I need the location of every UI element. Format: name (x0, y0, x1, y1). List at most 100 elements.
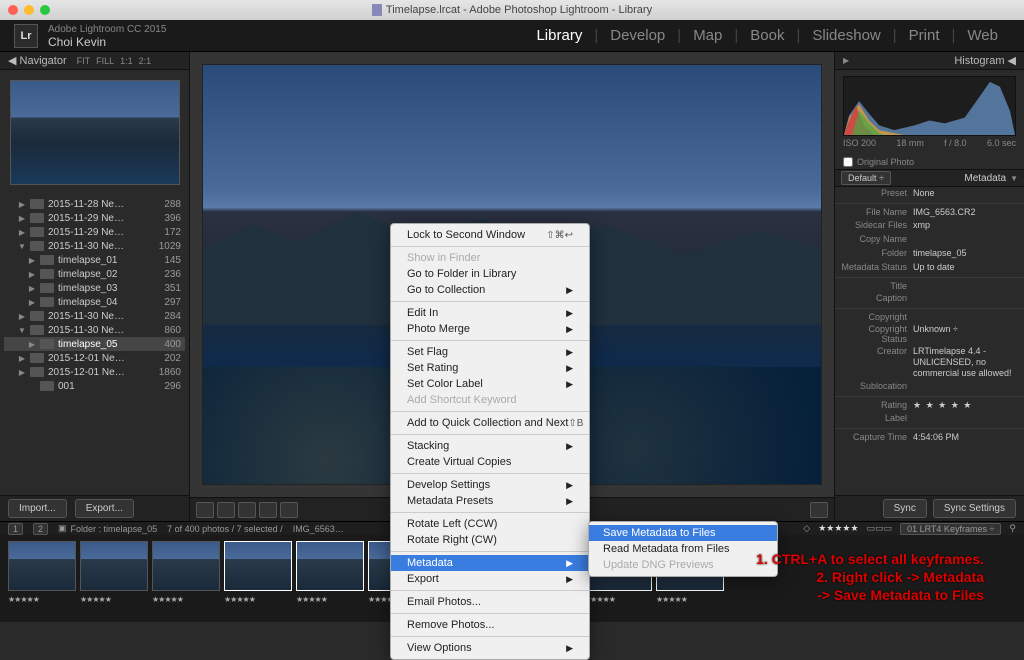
navigator-header[interactable]: ◀ Navigator FITFILL1:12:1 (0, 52, 189, 70)
window-2-button[interactable]: 2 (33, 523, 48, 535)
filter-flag-icon[interactable]: ◇ (803, 523, 810, 534)
compare-view-icon[interactable] (238, 502, 256, 518)
disclosure-triangle-icon[interactable] (28, 284, 36, 293)
filmstrip-thumb[interactable]: ★★★★★ (224, 541, 292, 616)
nav-zoom-fill[interactable]: FILL (96, 56, 114, 66)
module-map[interactable]: Map (681, 27, 734, 44)
filter-lock-icon[interactable]: ⚲ (1009, 523, 1016, 534)
disclosure-triangle-icon[interactable] (18, 200, 26, 209)
folder-row[interactable]: 2015-11-29 Ne…396 (4, 211, 185, 225)
filter-preset-dropdown[interactable]: 01 LRT4 Keyframes ÷ (900, 523, 1001, 535)
folder-row[interactable]: timelapse_04297 (4, 295, 185, 309)
disclosure-triangle-icon[interactable] (28, 270, 36, 279)
rating-stars[interactable]: ★ ★ ★ ★ ★ (913, 400, 1018, 411)
disclosure-triangle-icon[interactable] (28, 340, 36, 349)
disclosure-triangle-icon[interactable] (18, 368, 26, 377)
folder-row[interactable]: 001296 (4, 379, 185, 393)
metadata-row: Sublocation (835, 380, 1024, 394)
nav-zoom-1:1[interactable]: 1:1 (120, 56, 133, 66)
folder-row[interactable]: 2015-11-28 Ne…288 (4, 197, 185, 211)
people-view-icon[interactable] (280, 502, 298, 518)
disclosure-triangle-icon[interactable] (28, 256, 36, 265)
folder-row[interactable]: timelapse_05400 (4, 337, 185, 351)
sync-settings-button[interactable]: Sync Settings (933, 499, 1016, 518)
menu-item[interactable]: Metadata▶ (391, 555, 589, 571)
module-develop[interactable]: Develop (598, 27, 677, 44)
filmstrip-thumb[interactable]: ★★★★★ (296, 541, 364, 616)
nav-zoom-levels[interactable]: FIT FILL 1:1 2:1 (77, 56, 152, 66)
menu-item: Show in Finder (391, 250, 589, 266)
module-print[interactable]: Print (897, 27, 952, 44)
menu-item[interactable]: Email Photos... (391, 594, 589, 610)
menu-item[interactable]: Export▶ (391, 571, 589, 587)
menu-item[interactable]: Edit In▶ (391, 305, 589, 321)
module-book[interactable]: Book (738, 27, 796, 44)
menu-item[interactable]: Set Flag▶ (391, 344, 589, 360)
breadcrumb[interactable]: ▣Folder : timelapse_05 (58, 523, 157, 534)
nav-zoom-fit[interactable]: FIT (77, 56, 91, 66)
folders-panel: 2015-11-28 Ne…2882015-11-29 Ne…3962015-1… (0, 195, 189, 495)
folder-row[interactable]: 2015-11-29 Ne…172 (4, 225, 185, 239)
menu-item[interactable]: Add to Quick Collection and Next⇧B (391, 415, 589, 431)
histogram-header[interactable]: ▶Histogram ◀ (835, 52, 1024, 70)
submenu-item: Update DNG Previews (589, 557, 777, 573)
folder-row[interactable]: timelapse_01145 (4, 253, 185, 267)
submenu-item[interactable]: Read Metadata from Files (589, 541, 777, 557)
menu-item[interactable]: Rotate Right (CW) (391, 532, 589, 548)
folder-row[interactable]: 2015-12-01 Ne…1860 (4, 365, 185, 379)
filter-color-icon[interactable]: ▭▭▭ (867, 523, 893, 534)
disclosure-triangle-icon[interactable] (28, 298, 36, 307)
folder-row[interactable]: timelapse_02236 (4, 267, 185, 281)
disclosure-triangle-icon[interactable] (18, 326, 26, 335)
annotation-overlay: 1. CTRL+A to select all keyframes. 2. Ri… (756, 550, 984, 604)
module-slideshow[interactable]: Slideshow (800, 27, 892, 44)
menu-item[interactable]: Remove Photos... (391, 617, 589, 633)
metadata-row: Title (835, 277, 1024, 292)
menu-item[interactable]: Lock to Second Window⇧⌘↩ (391, 227, 589, 243)
original-photo-toggle[interactable]: Original Photo (835, 155, 1024, 169)
histogram-graph[interactable] (843, 76, 1016, 136)
metadata-panel-header[interactable]: Default ÷ Metadata▼ (835, 169, 1024, 187)
export-button[interactable]: Export... (75, 499, 134, 518)
menu-item[interactable]: View Options▶ (391, 640, 589, 656)
metadata-set-dropdown[interactable]: Default ÷ (841, 171, 891, 185)
menu-item[interactable]: Stacking▶ (391, 438, 589, 454)
navigator-preview[interactable] (0, 70, 189, 195)
menu-item[interactable]: Metadata Presets▶ (391, 493, 589, 509)
metadata-row: Sidecar Filesxmp (835, 219, 1024, 233)
menu-item[interactable]: Rotate Left (CCW) (391, 516, 589, 532)
menu-item[interactable]: Go to Collection▶ (391, 282, 589, 298)
loupe-view-icon[interactable] (217, 502, 235, 518)
menu-item[interactable]: Develop Settings▶ (391, 477, 589, 493)
window-1-button[interactable]: 1 (8, 523, 23, 535)
module-library[interactable]: Library (524, 27, 594, 44)
folder-row[interactable]: timelapse_03351 (4, 281, 185, 295)
sync-button[interactable]: Sync (883, 499, 927, 518)
menu-item[interactable]: Set Rating▶ (391, 360, 589, 376)
disclosure-triangle-icon[interactable] (18, 214, 26, 223)
folder-row[interactable]: 2015-11-30 Ne…1029 (4, 239, 185, 253)
toolbar-menu-icon[interactable] (810, 502, 828, 518)
module-picker: Library|Develop|Map|Book|Slideshow|Print… (524, 27, 1010, 44)
nav-zoom-2:1[interactable]: 2:1 (139, 56, 152, 66)
disclosure-triangle-icon[interactable] (18, 354, 26, 363)
filmstrip-thumb[interactable]: ★★★★★ (8, 541, 76, 616)
folder-row[interactable]: 2015-11-30 Ne…284 (4, 309, 185, 323)
folder-row[interactable]: 2015-11-30 Ne…860 (4, 323, 185, 337)
menu-item[interactable]: Photo Merge▶ (391, 321, 589, 337)
submenu-item[interactable]: Save Metadata to Files (589, 525, 777, 541)
survey-view-icon[interactable] (259, 502, 277, 518)
filmstrip-thumb[interactable]: ★★★★★ (152, 541, 220, 616)
disclosure-triangle-icon[interactable] (18, 242, 26, 251)
module-web[interactable]: Web (955, 27, 1010, 44)
grid-view-icon[interactable] (196, 502, 214, 518)
menu-item[interactable]: Create Virtual Copies (391, 454, 589, 470)
folder-row[interactable]: 2015-12-01 Ne…202 (4, 351, 185, 365)
filmstrip-thumb[interactable]: ★★★★★ (80, 541, 148, 616)
import-button[interactable]: Import... (8, 499, 67, 518)
disclosure-triangle-icon[interactable] (18, 228, 26, 237)
menu-item[interactable]: Set Color Label▶ (391, 376, 589, 392)
menu-item[interactable]: Go to Folder in Library (391, 266, 589, 282)
disclosure-triangle-icon[interactable] (18, 312, 26, 321)
filter-rating[interactable]: ★★★★★ (818, 523, 858, 534)
